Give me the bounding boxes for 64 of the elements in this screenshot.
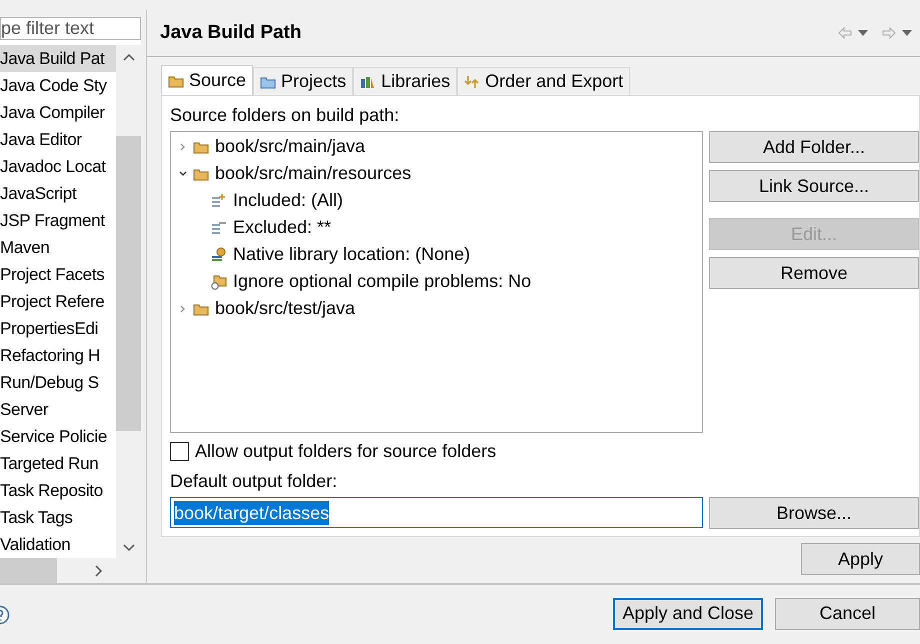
browse-button[interactable]: Browse... xyxy=(709,497,919,529)
nav-item[interactable]: Task Reposito xyxy=(0,477,116,504)
folder-icon xyxy=(260,74,276,88)
tab[interactable]: Projects xyxy=(253,67,354,95)
nav-item[interactable]: Service Policie xyxy=(0,423,116,450)
nav-item[interactable]: Project Facets xyxy=(0,261,116,288)
expand-caret-icon[interactable] xyxy=(179,142,187,150)
nav-item[interactable]: Java Build Pat xyxy=(0,45,116,72)
nav-item[interactable]: Java Editor xyxy=(0,126,116,153)
scroll-right-icon[interactable] xyxy=(95,564,103,576)
checkbox[interactable] xyxy=(170,442,189,460)
section-label: Source folders on build path: xyxy=(170,104,400,127)
tree-item[interactable]: book/src/main/resources xyxy=(215,160,412,187)
tree-item[interactable]: Native library location: (None) xyxy=(233,241,470,268)
package-folder-icon xyxy=(193,140,209,154)
tab[interactable]: Order and Export xyxy=(457,67,630,95)
arrows-icon xyxy=(464,74,480,88)
horizontal-scrollbar[interactable] xyxy=(0,558,141,583)
dropdown-icon[interactable] xyxy=(902,30,912,36)
package-folder-icon xyxy=(193,166,209,180)
dropdown-icon[interactable] xyxy=(858,30,868,36)
nav-item[interactable]: Javadoc Locat xyxy=(0,153,116,180)
nav-item[interactable]: Server xyxy=(0,396,116,423)
folder-icon xyxy=(168,74,184,88)
nav-item[interactable]: Refactoring H xyxy=(0,342,116,369)
nav-item[interactable]: PropertiesEdi xyxy=(0,315,116,342)
side-button[interactable]: Add Folder... xyxy=(709,131,919,163)
nav-item[interactable]: JavaScript xyxy=(0,180,116,207)
apply-button[interactable]: Apply xyxy=(801,543,920,575)
nav-item[interactable]: JSP Fragment xyxy=(0,207,116,234)
tree-item[interactable]: Included: (All) xyxy=(233,187,344,214)
dialog-button[interactable]: Cancel xyxy=(775,598,920,630)
page-title: Java Build Path xyxy=(160,20,302,45)
nav-item[interactable]: Task Tags xyxy=(0,504,116,531)
tree-item[interactable]: Excluded: ** xyxy=(233,214,332,241)
nav-item[interactable]: Maven xyxy=(0,234,116,261)
side-button[interactable]: Link Source... xyxy=(709,170,919,202)
nav-item[interactable]: Java Code Sty xyxy=(0,72,116,99)
output-folder-field[interactable]: book/target/classes xyxy=(170,497,703,528)
tab[interactable]: Libraries xyxy=(353,67,458,95)
scroll-up-icon[interactable] xyxy=(122,53,134,61)
tab[interactable]: Source xyxy=(161,65,254,95)
tree-item[interactable]: book/src/main/java xyxy=(215,133,366,160)
scroll-down-icon[interactable] xyxy=(122,544,134,552)
nav-item[interactable]: Validation xyxy=(0,531,116,558)
tree-item[interactable]: Ignore optional compile problems: No xyxy=(233,268,532,295)
nav-item[interactable]: Run/Debug S xyxy=(0,369,116,396)
collapse-caret-icon[interactable] xyxy=(179,170,187,178)
filter-plus-icon xyxy=(211,192,227,208)
nav-item[interactable]: Targeted Run xyxy=(0,450,116,477)
expand-caret-icon[interactable] xyxy=(179,304,187,312)
side-button[interactable]: Remove xyxy=(709,257,919,289)
books-icon xyxy=(360,74,376,88)
dialog-button[interactable]: Apply and Close xyxy=(613,598,763,630)
nav-item[interactable]: Java Compiler xyxy=(0,99,116,126)
filter-minus-icon xyxy=(211,220,227,236)
section-label: Default output folder: xyxy=(170,470,338,493)
gear-books-icon xyxy=(211,246,227,262)
folder-disabled-icon xyxy=(211,274,227,290)
tree-item[interactable]: book/src/test/java xyxy=(215,295,356,322)
checkbox-label: Allow output folders for source folders xyxy=(195,440,496,463)
nav-item[interactable]: Project Refere xyxy=(0,288,116,315)
filter-field[interactable]: pe filter text xyxy=(0,16,141,40)
package-folder-icon xyxy=(193,302,209,316)
